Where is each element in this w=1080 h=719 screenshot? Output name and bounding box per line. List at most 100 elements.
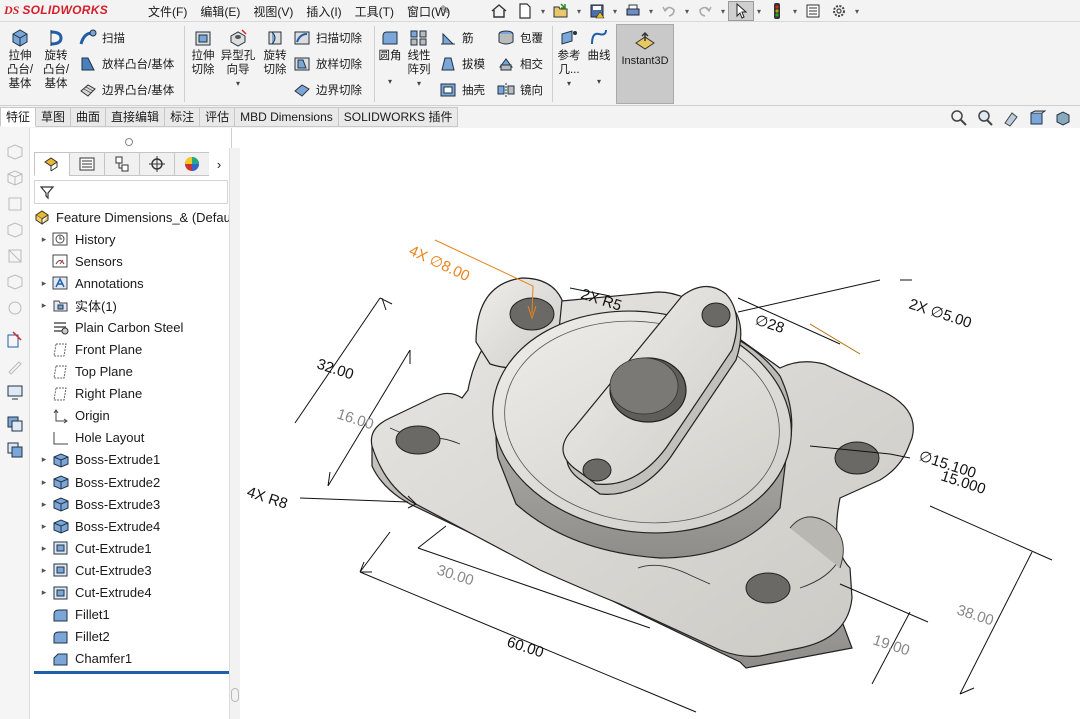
menu-file[interactable]: 文件(F) <box>148 3 187 20</box>
cube-faded-icon[interactable] <box>5 246 25 266</box>
menu-insert[interactable]: 插入(I) <box>306 3 341 20</box>
sweep-button[interactable]: 扫描 <box>78 28 125 48</box>
extrude-boss-button[interactable]: 拉伸 凸台/ 基体 <box>4 28 36 91</box>
tree-item[interactable]: ▸ Boss-Extrude2 <box>36 471 230 493</box>
mirror-button[interactable]: 镜向 <box>496 80 543 100</box>
cube-faded-icon[interactable] <box>5 220 25 240</box>
expand-arrow-icon[interactable]: ▸ <box>36 278 52 289</box>
part-model-view[interactable]: 4X ∅8.00 2X R5 2X ∅5.00 ∅28 32.00 16.00 … <box>240 128 1080 719</box>
paste-view-icon[interactable] <box>5 440 25 460</box>
panel-grip-icon[interactable] <box>125 138 133 146</box>
tree-item[interactable]: ▸ Cut-Extrude4 <box>36 582 230 604</box>
intersect-button[interactable]: 相交 <box>496 54 543 74</box>
corner-hole[interactable] <box>834 441 880 475</box>
cube-faded-icon[interactable] <box>5 168 25 188</box>
curves-dropdown-icon[interactable]: ▾ <box>584 75 614 89</box>
loft-button[interactable]: 放样凸台/基体 <box>78 54 174 74</box>
shell-button[interactable]: 抽壳 <box>438 80 485 100</box>
menu-view[interactable]: 视图(V) <box>253 3 293 20</box>
revolve-cut-button[interactable]: 旋转 切除 <box>260 28 290 77</box>
tree-item[interactable]: Fillet1 <box>36 604 230 626</box>
revolve-boss-button[interactable]: 旋转 凸台/ 基体 <box>40 28 72 91</box>
expand-arrow-icon[interactable]: ▸ <box>36 521 52 532</box>
redo-dropdown-icon[interactable]: ▾ <box>718 7 728 16</box>
wrap-button[interactable]: 包覆 <box>496 28 543 48</box>
expand-arrow-icon[interactable]: ▸ <box>36 234 52 245</box>
scroll-handle[interactable] <box>231 688 239 702</box>
chevron-right-icon[interactable]: › <box>209 152 229 176</box>
tree-item[interactable]: Chamfer1 <box>36 648 230 670</box>
hole-wizard-dropdown-icon[interactable]: ▾ <box>218 77 258 91</box>
configuration-icon[interactable] <box>104 152 139 176</box>
save-icon[interactable] <box>584 1 610 21</box>
tree-item[interactable]: ▸ History <box>36 228 230 250</box>
tree-item[interactable]: Fillet2 <box>36 626 230 648</box>
copy-view-icon[interactable] <box>5 414 25 434</box>
tree-item[interactable]: Top Plane <box>36 361 230 383</box>
cube-faded-icon[interactable] <box>5 142 25 162</box>
solidworks-logo[interactable]: DS SOLIDWORKS <box>4 2 108 18</box>
tree-item[interactable]: Origin <box>36 405 230 427</box>
panel-scrollbar[interactable] <box>229 148 240 719</box>
settings-gear-icon[interactable] <box>826 1 852 21</box>
tree-item[interactable]: ▸ 实体(1) <box>36 294 230 316</box>
tab-mbd-dimensions[interactable]: MBD Dimensions <box>235 107 339 127</box>
select-dropdown-icon[interactable]: ▾ <box>754 7 764 16</box>
draft-button[interactable]: 拔模 <box>438 54 485 74</box>
edit-faded-icon[interactable] <box>5 356 25 376</box>
expand-arrow-icon[interactable]: ▸ <box>36 587 52 598</box>
open-dropdown-icon[interactable]: ▾ <box>574 7 584 16</box>
tab-features[interactable]: 特征 <box>0 107 37 127</box>
smart-dimension-icon[interactable] <box>5 330 25 350</box>
fillet-dropdown-icon[interactable]: ▾ <box>376 75 404 89</box>
rib-button[interactable]: 筋 <box>438 28 474 48</box>
tree-item[interactable]: ▸ Annotations <box>36 272 230 294</box>
pin-icon[interactable]: ✎ <box>440 3 450 17</box>
linear-pattern-button[interactable]: 线性 阵列 ▾ <box>404 28 434 91</box>
home-icon[interactable] <box>486 1 512 21</box>
tree-item[interactable]: Hole Layout <box>36 427 230 449</box>
reference-geometry-button[interactable]: 参考 几... ▾ <box>554 28 584 91</box>
swept-cut-button[interactable]: 扫描切除 <box>292 28 362 48</box>
menu-tools[interactable]: 工具(T) <box>355 3 394 20</box>
print-icon[interactable] <box>620 1 646 21</box>
reference-dropdown-icon[interactable]: ▾ <box>554 77 584 91</box>
expand-arrow-icon[interactable]: ▸ <box>36 543 52 554</box>
filter-field[interactable] <box>34 180 228 204</box>
fillet-button[interactable]: 圆角 ▾ <box>376 28 404 89</box>
expand-arrow-icon[interactable]: ▸ <box>36 454 52 465</box>
instant3d-button[interactable]: Instant3D <box>616 24 674 104</box>
rollback-bar[interactable] <box>34 671 232 674</box>
feature-tree-icon[interactable] <box>34 152 69 176</box>
cube-faded-icon[interactable] <box>5 298 25 318</box>
settings-dropdown-icon[interactable]: ▾ <box>852 7 862 16</box>
tree-item[interactable]: ▸ Boss-Extrude4 <box>36 515 230 537</box>
curves-button[interactable]: 曲线 ▾ <box>584 28 614 89</box>
new-dropdown-icon[interactable]: ▾ <box>538 7 548 16</box>
tree-item[interactable]: Plain Carbon Steel <box>36 316 230 338</box>
tab-direct-editing[interactable]: 直接编辑 <box>106 107 166 127</box>
tab-markup[interactable]: 标注 <box>165 107 201 127</box>
tree-root-part[interactable]: Feature Dimensions_& (Defau <box>34 207 232 227</box>
tree-item[interactable]: ▸ Cut-Extrude3 <box>36 559 230 581</box>
cube-faded-icon[interactable] <box>5 272 25 292</box>
undo-icon[interactable] <box>656 1 682 21</box>
corner-hole[interactable] <box>745 572 791 604</box>
undo-dropdown-icon[interactable]: ▾ <box>682 7 692 16</box>
previous-view-icon[interactable] <box>1000 109 1022 127</box>
rebuild-dropdown-icon[interactable]: ▾ <box>790 7 800 16</box>
corner-hole[interactable] <box>395 425 441 455</box>
pattern-dropdown-icon[interactable]: ▾ <box>404 77 434 91</box>
boundary-boss-button[interactable]: 边界凸台/基体 <box>78 80 174 100</box>
property-manager-icon[interactable] <box>69 152 104 176</box>
tree-item[interactable]: Front Plane <box>36 338 230 360</box>
display-icon[interactable] <box>5 382 25 402</box>
hole-wizard-button[interactable]: 异型孔 向导 ▾ <box>218 28 258 91</box>
tree-item[interactable]: Sensors <box>36 250 230 272</box>
cube-faded-icon[interactable] <box>5 194 25 214</box>
tab-evaluate[interactable]: 评估 <box>200 107 236 127</box>
redo-icon[interactable] <box>692 1 718 21</box>
expand-arrow-icon[interactable]: ▸ <box>36 300 52 311</box>
tree-item[interactable]: ▸ Boss-Extrude1 <box>36 449 230 471</box>
traffic-light-icon[interactable] <box>764 1 790 21</box>
